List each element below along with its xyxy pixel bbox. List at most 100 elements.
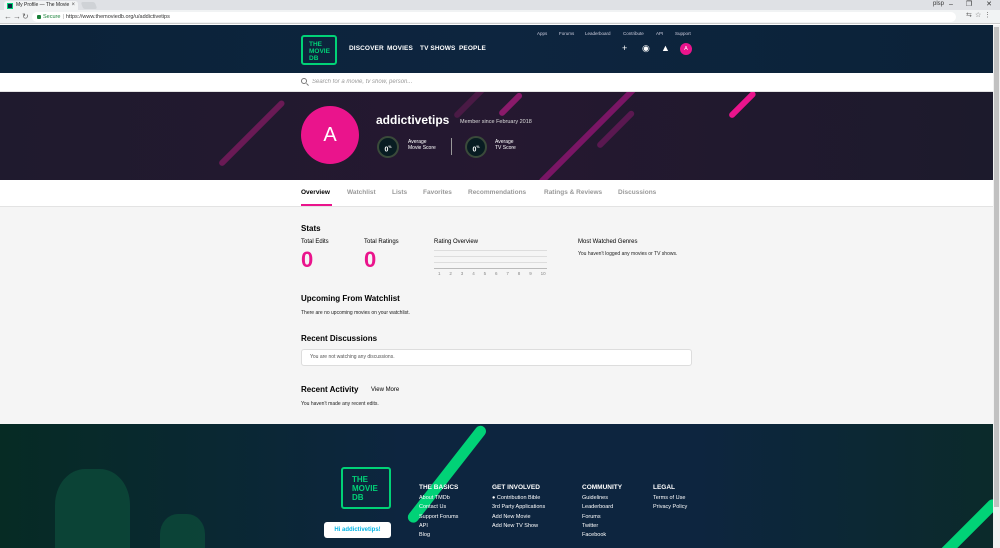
footer-decoration (936, 497, 1000, 548)
site-footer: THE MOVIE DB Hi addictivetips! THE BASIC… (0, 424, 1000, 548)
maximize-icon[interactable]: ❐ (962, 0, 976, 10)
tab-overview[interactable]: Overview (301, 189, 330, 196)
watchlist-empty-text: There are no upcoming movies on your wat… (301, 310, 410, 316)
notification-bell-icon[interactable]: ▲ (661, 44, 670, 53)
topnav-forums[interactable]: Forums (559, 31, 574, 36)
active-tab-indicator (301, 204, 332, 206)
footer-link[interactable]: Privacy Policy (653, 504, 687, 510)
profile-username: addictivetips (376, 113, 450, 127)
banner-decoration (452, 92, 497, 120)
footer-link[interactable]: Leaderboard (582, 504, 613, 510)
footer-link[interactable]: ● Contribution Bible (492, 495, 540, 501)
nav-discover[interactable]: DISCOVER (349, 45, 384, 52)
discussions-title: Recent Discussions (301, 334, 378, 343)
topnav-support[interactable]: Support (675, 31, 691, 36)
total-ratings-label: Total Ratings (364, 239, 399, 245)
total-ratings-value: 0 (364, 247, 377, 272)
rating-overview-label: Rating Overview (434, 239, 479, 245)
topnav-leaderboard[interactable]: Leaderboard (585, 31, 611, 36)
genres-empty-text: You haven't logged any movies or TV show… (578, 251, 678, 257)
score-divider (451, 138, 452, 155)
footer-link[interactable]: Add New TV Show (492, 523, 538, 529)
footer-link[interactable]: Guidelines (582, 495, 608, 501)
nav-tv-shows[interactable]: TV SHOWS (420, 45, 455, 52)
footer-link[interactable]: Contact Us (419, 504, 446, 510)
footer-artwork (160, 514, 205, 548)
topnav-contribute[interactable]: Contribute (623, 31, 644, 36)
footer-link[interactable]: Twitter (582, 523, 598, 529)
movie-score-ring: 0% (377, 136, 399, 158)
topnav-api[interactable]: API (656, 31, 663, 36)
banner-decoration (727, 92, 757, 120)
tab-recommendations[interactable]: Recommendations (468, 189, 526, 196)
tab-watchlist[interactable]: Watchlist (347, 189, 376, 196)
search-input[interactable] (312, 76, 712, 88)
url-input[interactable]: Secure | https://www.themoviedb.org/u/addi… (32, 12, 956, 22)
total-edits-label: Total Edits (301, 239, 329, 245)
logo-line: DB (352, 493, 364, 502)
activity-title: Recent Activity (301, 385, 359, 394)
rating-tick-label: 9 (529, 271, 532, 276)
view-more-link[interactable]: View More (371, 387, 399, 393)
profile-avatar[interactable]: A (301, 106, 359, 164)
back-arrow-icon[interactable]: ← (4, 12, 12, 22)
chart-gridline (434, 250, 547, 251)
add-plus-icon[interactable]: + (622, 44, 627, 53)
discussions-box: You are not watching any discussions. (301, 349, 692, 366)
footer-link[interactable]: Add New Movie (492, 514, 531, 520)
tv-score-label: Average TV Score (495, 139, 516, 151)
footer-artwork (55, 469, 130, 548)
url-separator: | (62, 14, 64, 20)
footer-link[interactable]: Facebook (582, 532, 606, 538)
close-window-icon[interactable]: ✕ (982, 0, 996, 10)
bookmark-star-icon[interactable]: ☆ (975, 11, 981, 21)
site-header: THE MOVIE DB DISCOVER MOVIES TV SHOWS PE… (0, 25, 1000, 73)
footer-link[interactable]: 3rd Party Applications (492, 504, 545, 510)
new-tab-button[interactable] (80, 2, 98, 9)
logo-line: THE (352, 475, 368, 484)
tab-discussions[interactable]: Discussions (618, 189, 656, 196)
forward-arrow-icon[interactable]: → (13, 12, 21, 22)
footer-link[interactable]: Forums (582, 514, 601, 520)
topnav-apps[interactable]: Apps (537, 31, 547, 36)
minimize-icon[interactable]: – (944, 0, 958, 10)
tab-close-icon[interactable]: × (71, 1, 75, 10)
footer-link[interactable]: API (419, 523, 428, 529)
banner-decoration (497, 92, 524, 118)
overview-content: Stats Total Edits 0 Total Ratings 0 Rati… (0, 207, 1000, 424)
banner-decoration (217, 99, 286, 168)
browser-user-label[interactable]: plsp (933, 1, 944, 7)
tmdb-logo[interactable]: THE MOVIE DB (301, 35, 337, 65)
browser-tab-bar: My Profile — The Movie × plsp – ❐ ✕ (0, 0, 1000, 10)
footer-link[interactable]: About TMDb (419, 495, 450, 501)
hi-user-button[interactable]: Hi addictivetips! (324, 522, 391, 538)
lock-icon (37, 14, 41, 19)
nav-people[interactable]: PEOPLE (459, 45, 486, 52)
tab-lists[interactable]: Lists (392, 189, 407, 196)
footer-community-title: COMMUNITY (582, 484, 623, 491)
genres-label: Most Watched Genres (578, 239, 638, 245)
nav-movies[interactable]: MOVIES (387, 45, 413, 52)
rating-tick-label: 7 (506, 271, 509, 276)
rating-tick-label: 2 (449, 271, 452, 276)
chart-gridline (434, 262, 547, 263)
footer-link[interactable]: Support Forums (419, 514, 458, 520)
reload-icon[interactable]: ↻ (22, 12, 29, 22)
rating-tick-label: 10 (540, 271, 546, 276)
address-bar: ← → ↻ Secure | https://www.themoviedb.org/… (0, 10, 1000, 24)
search-bar (0, 73, 1000, 92)
user-avatar[interactable]: A (680, 43, 692, 55)
activity-empty-text: You haven't made any recent edits. (301, 401, 379, 407)
page-scrollbar[interactable] (993, 25, 1000, 548)
language-globe-icon[interactable]: ◉ (642, 44, 650, 53)
footer-link[interactable]: Terms of Use (653, 495, 685, 501)
browser-tab[interactable]: My Profile — The Movie × (4, 1, 78, 10)
translate-icon[interactable]: ⇆ (966, 11, 972, 21)
footer-tmdb-logo[interactable]: THE MOVIE DB (341, 467, 391, 509)
profile-banner: A addictivetips Member since February 20… (0, 92, 1000, 180)
menu-dots-icon[interactable]: ⋮ (984, 11, 991, 21)
tab-ratings-reviews[interactable]: Ratings & Reviews (544, 189, 602, 196)
tab-favorites[interactable]: Favorites (423, 189, 452, 196)
footer-link[interactable]: Blog (419, 532, 430, 538)
scrollbar-thumb[interactable] (994, 27, 999, 507)
